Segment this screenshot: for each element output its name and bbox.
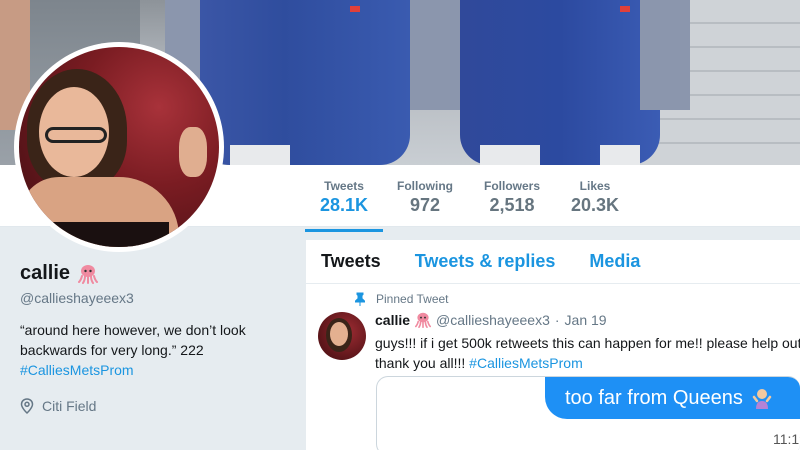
imessage-bubble: too far from Queens [545, 377, 800, 419]
profile-name-row: callie [20, 262, 290, 285]
tweet-text-line1: guys!!! if i get 500k retweets this can … [375, 335, 800, 351]
person-shrugging-emoji-icon [752, 389, 772, 409]
tweet-hashtag-link[interactable]: #CalliesMetsProm [469, 355, 583, 371]
stat-tweets[interactable]: Tweets 28.1K [304, 179, 384, 232]
stat-label: Following [397, 179, 453, 193]
bio-hashtag-link[interactable]: #CalliesMetsProm [20, 362, 134, 378]
tweet-author-name[interactable]: callie [375, 312, 410, 328]
pinned-label: Pinned Tweet [376, 292, 449, 306]
tab-media[interactable]: Media [589, 251, 640, 272]
stat-value: 972 [409, 195, 441, 215]
tweet-date[interactable]: Jan 19 [565, 312, 607, 328]
timeline-tabs: Tweets Tweets & replies Media [306, 240, 800, 284]
location-pin-icon [20, 398, 34, 414]
tweet-header: callie @callieshayeeex3 · Jan 19 [375, 312, 607, 328]
profile-location: Citi Field [20, 398, 290, 414]
tab-tweets[interactable]: Tweets [321, 251, 381, 272]
stat-value: 20.3K [571, 195, 620, 215]
bio-text: “around here however, we don’t look back… [20, 322, 246, 358]
profile-name[interactable]: callie [20, 262, 70, 285]
pin-icon [355, 292, 365, 306]
stat-likes[interactable]: Likes 20.3K [571, 179, 619, 216]
profile-card: callie @callieshayeeex3 “around here how… [20, 262, 290, 414]
stat-value: 28.1K [320, 195, 369, 215]
stat-label: Followers [484, 179, 541, 193]
stat-label: Tweets [324, 179, 364, 193]
tweet-text-line2: thank you all!!! [375, 355, 466, 371]
tab-tweets-and-replies[interactable]: Tweets & replies [415, 251, 556, 272]
media-message-text: too far from Queens [565, 386, 743, 409]
stat-following[interactable]: Following 972 [397, 179, 453, 216]
tweet-author-avatar[interactable] [318, 312, 366, 360]
tweet-author-handle[interactable]: @callieshayeeex3 [436, 312, 550, 328]
pinned-tweet-indicator: Pinned Tweet [354, 292, 449, 306]
media-message-time: 11:19 [773, 431, 800, 447]
profile-avatar[interactable] [14, 42, 224, 252]
tweet-separator: · [554, 312, 560, 328]
profile-bio: “around here however, we don’t look back… [20, 320, 290, 380]
tweet-text: guys!!! if i get 500k retweets this can … [375, 333, 800, 373]
location-text: Citi Field [42, 398, 97, 414]
squid-emoji-icon [78, 264, 99, 284]
stat-value: 2,518 [489, 195, 535, 215]
stat-followers[interactable]: Followers 2,518 [484, 179, 540, 216]
profile-handle[interactable]: @callieshayeeex3 [20, 290, 290, 306]
squid-emoji-icon [415, 312, 432, 328]
stat-label: Likes [579, 179, 611, 193]
tweet-media-image[interactable]: too far from Queens 11:19 [376, 376, 800, 450]
